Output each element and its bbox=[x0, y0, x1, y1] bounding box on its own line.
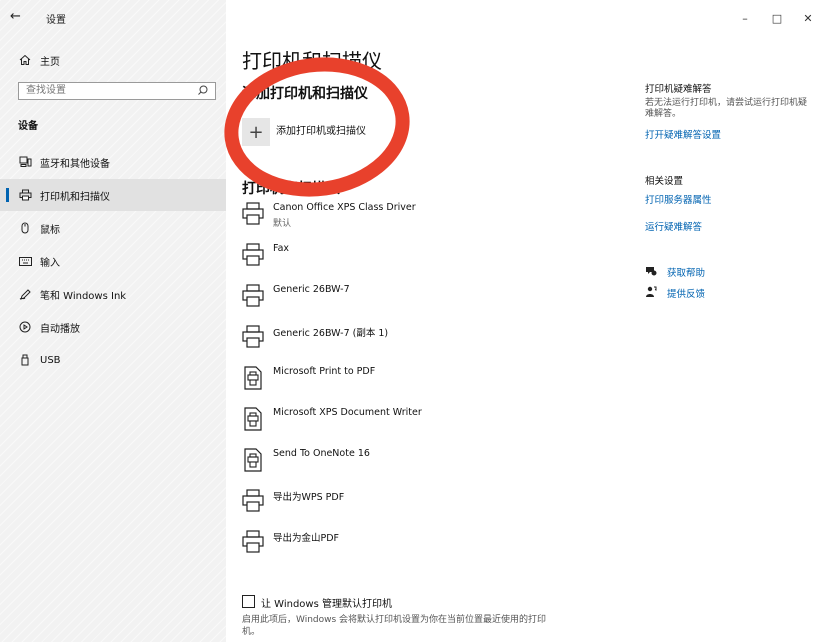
sidebar-item-label: 自动播放 bbox=[40, 323, 80, 335]
sidebar-item-printers[interactable]: 打印机和扫描仪 bbox=[0, 179, 226, 211]
autoplay-icon bbox=[18, 320, 32, 334]
printer-icon bbox=[242, 243, 264, 267]
printer-name: Microsoft XPS Document Writer bbox=[273, 407, 422, 418]
back-arrow-icon[interactable]: ← bbox=[10, 10, 26, 24]
printer-name: Send To OneNote 16 bbox=[273, 448, 370, 459]
search-placeholder: 查找设置 bbox=[26, 85, 66, 96]
sidebar-item-autoplay[interactable]: 自动播放 bbox=[0, 311, 226, 343]
printer-item[interactable]: Generic 26BW-7 (副本 1) bbox=[242, 323, 622, 361]
printer-status: 默认 bbox=[273, 219, 292, 229]
plus-icon: + bbox=[248, 121, 264, 143]
printer-item[interactable]: Generic 26BW-7 bbox=[242, 282, 622, 320]
sidebar-item-label: 打印机和扫描仪 bbox=[40, 191, 110, 203]
printer-icon bbox=[242, 530, 264, 554]
document-printer-icon bbox=[242, 366, 264, 390]
printer-item[interactable]: Send To OneNote 16 bbox=[242, 446, 622, 484]
sidebar-item-label: 输入 bbox=[40, 257, 60, 269]
keyboard-icon bbox=[18, 254, 32, 268]
sidebar-item-usb[interactable]: USB bbox=[0, 344, 226, 376]
manage-default-printer-label[interactable]: 让 Windows 管理默认打印机 bbox=[261, 595, 392, 610]
search-input[interactable]: 查找设置 bbox=[18, 82, 216, 100]
usb-icon bbox=[18, 353, 32, 367]
printer-name: Generic 26BW-7 bbox=[273, 284, 350, 295]
search-icon[interactable] bbox=[197, 84, 209, 98]
printer-item[interactable]: Microsoft Print to PDF bbox=[242, 364, 622, 402]
printer-icon bbox=[242, 284, 264, 308]
sidebar-item-bluetooth[interactable]: 蓝牙和其他设备 bbox=[0, 146, 226, 178]
add-printer-label[interactable]: 添加打印机或扫描仪 bbox=[276, 122, 366, 137]
printer-name: 导出为WPS PDF bbox=[273, 492, 345, 503]
related-settings-heading: 相关设置 bbox=[645, 176, 684, 187]
printer-item[interactable]: Fax bbox=[242, 241, 622, 279]
section-label: 设备 bbox=[18, 121, 38, 132]
sidebar-item-home[interactable]: 主页 bbox=[0, 44, 226, 76]
print-server-properties-link[interactable]: 打印服务器属性 bbox=[645, 192, 712, 206]
sidebar-item-label: 笔和 Windows Ink bbox=[40, 290, 127, 302]
printer-name: Generic 26BW-7 (副本 1) bbox=[273, 328, 389, 339]
feedback-icon bbox=[645, 286, 657, 298]
get-help-label: 获取帮助 bbox=[667, 268, 706, 279]
printer-item[interactable]: Microsoft XPS Document Writer bbox=[242, 405, 622, 443]
manage-default-printer-description: 启用此项后，Windows 会将默认打印机设置为你在当前位置最近使用的打印机。 bbox=[242, 615, 547, 637]
add-printer-button[interactable]: + bbox=[242, 118, 270, 146]
page-title: 打印机和扫描仪 bbox=[242, 49, 382, 73]
sidebar-item-label: 蓝牙和其他设备 bbox=[40, 158, 110, 170]
mouse-icon bbox=[18, 221, 32, 235]
help-chat-icon bbox=[645, 265, 657, 277]
give-feedback-label: 提供反馈 bbox=[667, 289, 706, 300]
printer-item[interactable]: 导出为WPS PDF bbox=[242, 487, 622, 525]
sidebar-item-label: 鼠标 bbox=[40, 224, 60, 236]
sidebar: ← 设置 主页 查找设置 设备 蓝牙和其他设备 打印机和扫描仪 鼠标 输入 笔和… bbox=[0, 0, 226, 642]
add-section-heading: 添加打印机和扫描仪 bbox=[242, 86, 368, 102]
troubleshoot-link[interactable]: 打开疑难解答设置 bbox=[645, 127, 721, 141]
sidebar-item-mouse[interactable]: 鼠标 bbox=[0, 212, 226, 244]
bluetooth-devices-icon bbox=[18, 155, 32, 169]
printer-icon bbox=[18, 188, 32, 202]
troubleshoot-heading: 打印机疑难解答 bbox=[645, 84, 712, 95]
printer-name: Microsoft Print to PDF bbox=[273, 366, 376, 377]
window-title: 设置 bbox=[46, 15, 66, 26]
document-printer-icon bbox=[242, 407, 264, 431]
troubleshoot-text: 若无法运行打印机，请尝试运行打印机疑难解答。 bbox=[645, 98, 808, 119]
minimize-button[interactable]: – bbox=[738, 12, 752, 26]
printer-name: Fax bbox=[273, 243, 290, 254]
printer-icon bbox=[242, 202, 264, 226]
sidebar-item-label: 主页 bbox=[40, 56, 60, 68]
printer-item[interactable]: Canon Office XPS Class Driver 默认 bbox=[242, 200, 622, 238]
sidebar-item-pen[interactable]: 笔和 Windows Ink bbox=[0, 278, 226, 310]
pen-icon bbox=[18, 287, 32, 301]
printer-name: Canon Office XPS Class Driver bbox=[273, 202, 416, 213]
sidebar-item-label: USB bbox=[40, 354, 61, 366]
maximize-button[interactable]: □ bbox=[770, 12, 784, 26]
home-icon bbox=[18, 53, 32, 67]
printer-icon bbox=[242, 489, 264, 513]
document-printer-icon bbox=[242, 448, 264, 472]
printers-list-heading: 打印机和扫描仪 bbox=[242, 181, 340, 197]
sidebar-item-input[interactable]: 输入 bbox=[0, 245, 226, 277]
run-troubleshooter-link[interactable]: 运行疑难解答 bbox=[645, 219, 702, 233]
printer-item[interactable]: 导出为金山PDF bbox=[242, 528, 622, 566]
printer-name: 导出为金山PDF bbox=[273, 533, 340, 544]
manage-default-printer-checkbox[interactable] bbox=[242, 595, 255, 608]
close-button[interactable]: ✕ bbox=[801, 12, 815, 26]
printer-icon bbox=[242, 325, 264, 349]
